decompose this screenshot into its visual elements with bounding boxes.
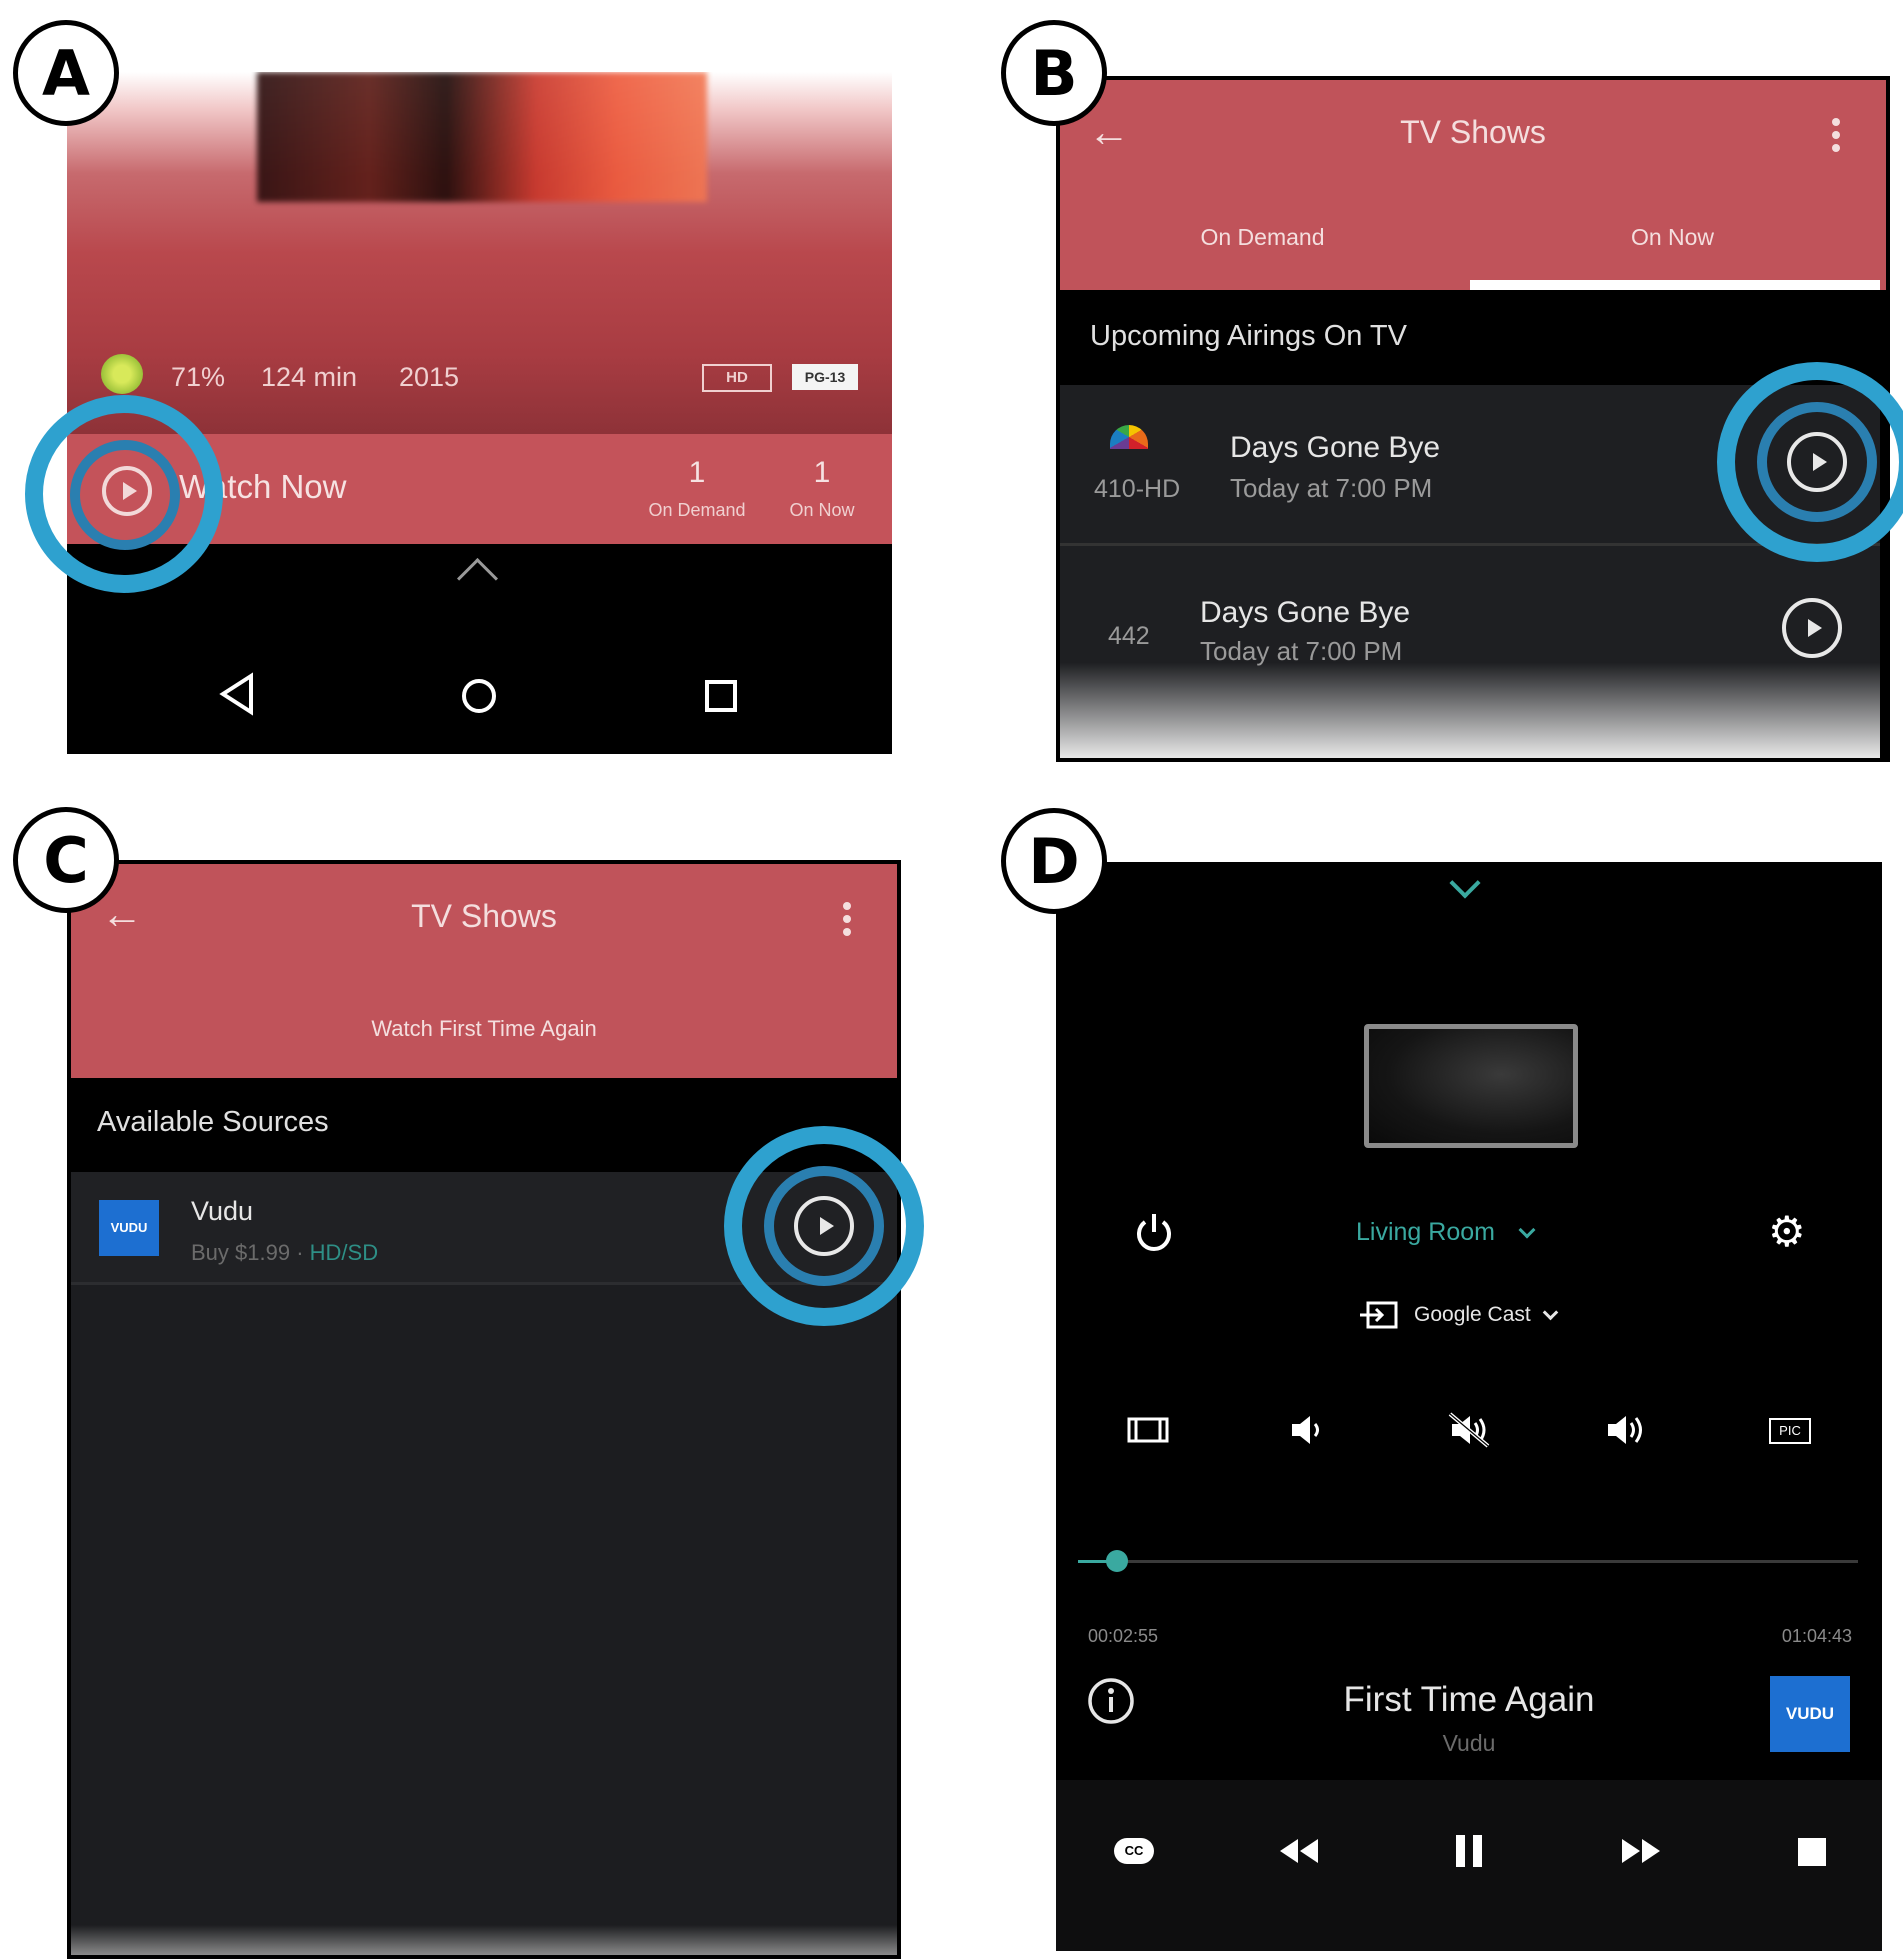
pause-icon[interactable]: [1452, 1832, 1486, 1870]
panel-c: ← TV Shows Watch First Time Again Availa…: [67, 860, 901, 1959]
fast-forward-icon[interactable]: [1620, 1836, 1662, 1866]
on-demand-count: 1: [688, 456, 706, 489]
nbc-logo-icon: [1110, 425, 1148, 449]
on-now-label: On Now: [789, 500, 855, 520]
air-time: Today at 7:00 PM: [1200, 636, 1403, 666]
rating-score: 71%: [171, 362, 226, 392]
volume-up-icon[interactable]: [1604, 1410, 1652, 1450]
source-price: Buy $1.99 · HD/SD: [191, 1240, 378, 1266]
play-button[interactable]: [102, 466, 152, 516]
play-button[interactable]: [794, 1196, 854, 1256]
nav-back-icon[interactable]: [217, 672, 257, 716]
play-button[interactable]: [1787, 432, 1847, 492]
cc-button[interactable]: CC: [1114, 1838, 1154, 1864]
source-name: Vudu: [191, 1196, 254, 1226]
tab-on-demand[interactable]: On Demand: [1060, 224, 1465, 251]
air-time: Today at 7:00 PM: [1230, 473, 1433, 503]
section-header: Upcoming Airings On TV: [1090, 320, 1407, 352]
progress-thumb[interactable]: [1106, 1550, 1128, 1572]
more-options-icon[interactable]: [1832, 118, 1840, 152]
panel-label-b: B: [1001, 20, 1107, 126]
chevron-down-icon: [1542, 1304, 1559, 1320]
screen-title: TV Shows: [411, 898, 557, 934]
panel-label-c: C: [13, 807, 119, 913]
now-playing-title: First Time Again: [1343, 1680, 1595, 1719]
now-playing-source: Vudu: [1442, 1730, 1496, 1756]
hd-badge: HD: [702, 364, 772, 392]
chevron-down-icon: [1518, 1221, 1536, 1238]
stop-icon[interactable]: [1798, 1838, 1826, 1866]
mute-icon[interactable]: [1446, 1410, 1492, 1450]
panel-d: Living Room ⚙ Google Cast PIC 00:02:55 0…: [1056, 862, 1882, 1951]
nav-recents-icon[interactable]: [703, 678, 739, 714]
power-icon[interactable]: [1132, 1210, 1176, 1254]
app-bar: ← TV Shows Watch First Time Again: [71, 864, 897, 1078]
panel-label-a: A: [13, 20, 119, 126]
channel-number: 442: [1108, 622, 1150, 650]
poster-image: [257, 72, 707, 202]
progress-track[interactable]: [1078, 1550, 1858, 1572]
transport-bar: CC: [1056, 1780, 1882, 1951]
picture-mode-button[interactable]: PIC: [1769, 1418, 1811, 1444]
tv-icon: [1364, 1024, 1578, 1148]
on-now-count: 1: [813, 456, 831, 489]
screen-title: TV Shows: [1400, 114, 1546, 150]
channel-number: 410-HD: [1094, 475, 1181, 503]
more-options-icon[interactable]: [843, 902, 851, 936]
show-title: Days Gone Bye: [1230, 431, 1441, 464]
quality-text: HD/SD: [309, 1240, 379, 1265]
active-tab-indicator: [1470, 280, 1880, 290]
rewind-icon[interactable]: [1278, 1836, 1320, 1866]
elapsed-time: 00:02:55: [1088, 1626, 1159, 1646]
collapse-chevron-icon[interactable]: [1449, 867, 1481, 899]
panel-a: 71% 124 min 2015 HD PG-13 Watch Now 1 On…: [67, 72, 892, 754]
aspect-ratio-icon[interactable]: [1126, 1414, 1170, 1446]
content-rating-badge: PG-13: [792, 364, 858, 390]
room-name: Living Room: [1356, 1218, 1495, 1246]
panel-label-d: D: [1001, 808, 1107, 914]
volume-down-icon[interactable]: [1288, 1412, 1328, 1448]
tab-on-now[interactable]: On Now: [1465, 224, 1880, 251]
show-title: Days Gone Bye: [1200, 596, 1411, 629]
airing-row[interactable]: 442 Days Gone Bye Today at 7:00 PM: [1060, 546, 1880, 758]
expand-chevron-icon[interactable]: [456, 557, 499, 600]
input-selector[interactable]: Google Cast: [1360, 1300, 1559, 1330]
input-source-icon: [1360, 1301, 1398, 1329]
total-time: 01:04:43: [1781, 1626, 1852, 1646]
release-year: 2015: [399, 362, 460, 392]
gear-icon[interactable]: ⚙: [1768, 1210, 1806, 1254]
nav-home-icon[interactable]: [459, 676, 499, 716]
vudu-logo: VUDU: [99, 1200, 159, 1256]
runtime: 124 min: [261, 362, 358, 392]
app-bar: ← TV Shows On Demand On Now: [1060, 80, 1886, 290]
episode-title: Watch First Time Again: [371, 1016, 597, 1041]
section-header: Available Sources: [97, 1106, 329, 1138]
room-selector[interactable]: Living Room: [1356, 1218, 1536, 1247]
play-button[interactable]: [1782, 598, 1842, 658]
vudu-logo: VUDU: [1770, 1676, 1850, 1752]
tomato-icon: [101, 354, 143, 394]
price-text: Buy $1.99 ·: [191, 1240, 310, 1265]
cast-name: Google Cast: [1414, 1303, 1531, 1326]
